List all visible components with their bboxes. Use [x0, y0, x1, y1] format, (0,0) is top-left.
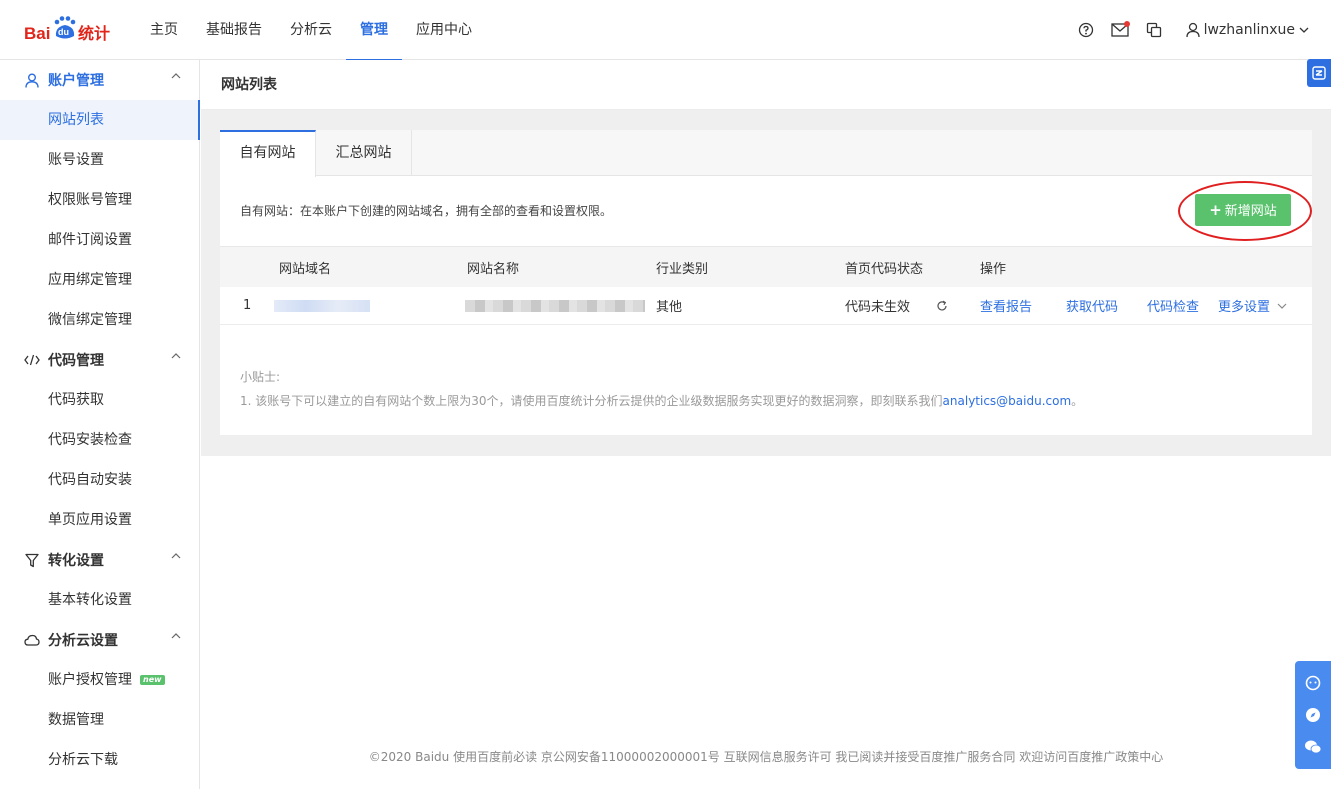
- svg-text:du: du: [58, 27, 69, 37]
- tab-summary-websites[interactable]: 汇总网站: [316, 130, 412, 176]
- tab-bar: 自有网站 汇总网站: [220, 130, 1312, 177]
- customer-service-icon[interactable]: [1303, 673, 1323, 693]
- sidebar-group-label: 账户管理: [48, 73, 104, 89]
- table-row: 1 其他 代码未生效 查看报告 获取代码 代码检查 更多设置: [220, 287, 1312, 325]
- nav-basic-report[interactable]: 基础报告: [192, 0, 276, 60]
- sidebar-item-email-subscription[interactable]: 邮件订阅设置: [0, 220, 199, 260]
- col-industry: 行业类别: [656, 261, 709, 277]
- col-actions: 操作: [980, 261, 1007, 277]
- tips-line: 1. 该账号下可以建立的自有网站个数上限为30个，请使用百度统计分析云提供的企业…: [240, 389, 1083, 413]
- chevron-down-icon: [1299, 27, 1309, 33]
- top-right-tools: lwzhanlinxue: [1076, 0, 1309, 60]
- sidebar-group-account[interactable]: 账户管理: [0, 60, 199, 100]
- sidebar-item-permission-accounts[interactable]: 权限账号管理: [0, 180, 199, 220]
- tab-description: 自有网站：在本账户下创建的网站域名，拥有全部的查看和设置权限。: [240, 204, 613, 218]
- sidebar-group-label: 分析云设置: [48, 633, 118, 649]
- baidu-tongji-logo[interactable]: Bai du 统计: [24, 14, 114, 46]
- sidebar-group-code[interactable]: 代码管理: [0, 340, 199, 380]
- help-icon[interactable]: [1076, 20, 1096, 40]
- chevron-up-icon: [171, 633, 181, 639]
- sidebar-item-label: 账户授权管理: [48, 672, 132, 688]
- cloud-icon: [24, 632, 40, 648]
- nav-manage[interactable]: 管理: [346, 0, 402, 61]
- sidebar-item-basic-conversion[interactable]: 基本转化设置: [0, 580, 199, 620]
- sidebar-item-website-list[interactable]: 网站列表: [0, 100, 200, 140]
- sidebar-item-account-settings[interactable]: 账号设置: [0, 140, 199, 180]
- code-check-link[interactable]: 代码检查: [1147, 287, 1199, 324]
- tab-own-websites[interactable]: 自有网站: [220, 130, 316, 177]
- mail-icon[interactable]: [1110, 20, 1130, 40]
- chat-icon[interactable]: [1303, 737, 1323, 757]
- sidebar-item-get-code[interactable]: 代码获取: [0, 380, 199, 420]
- sidebar-item-app-binding[interactable]: 应用绑定管理: [0, 260, 199, 300]
- chevron-up-icon: [171, 553, 181, 559]
- user-menu[interactable]: lwzhanlinxue: [1185, 22, 1309, 38]
- side-tool-button[interactable]: [1307, 59, 1331, 87]
- sidebar-group-label: 代码管理: [48, 353, 104, 369]
- user-icon: [1185, 22, 1200, 38]
- top-bar: Bai du 统计 主页 基础报告 分析云 管理 应用中心 lwzhanlinx…: [0, 0, 1331, 61]
- sidebar-group-label: 转化设置: [48, 553, 104, 569]
- nav-analytics-cloud[interactable]: 分析云: [276, 0, 346, 60]
- main-content: 网站列表 自有网站 汇总网站 自有网站：在本账户下创建的网站域名，拥有全部的查看…: [201, 60, 1331, 789]
- user-icon: [24, 72, 40, 88]
- plus-icon: +: [1209, 201, 1222, 219]
- sidebar-item-data-management[interactable]: 数据管理: [0, 700, 199, 740]
- chevron-down-icon[interactable]: [1277, 287, 1287, 324]
- col-code-status: 首页代码状态: [845, 261, 924, 277]
- col-domain: 网站域名: [279, 261, 332, 277]
- sidebar-item-cloud-download[interactable]: 分析云下载: [0, 740, 199, 780]
- more-settings-link[interactable]: 更多设置: [1218, 287, 1270, 324]
- sidebar-item-auto-install[interactable]: 代码自动安装: [0, 460, 199, 500]
- industry-value: 其他: [656, 300, 683, 315]
- new-badge: new: [140, 675, 165, 685]
- chevron-up-icon: [171, 73, 181, 79]
- sidebar-group-cloud[interactable]: 分析云设置: [0, 620, 199, 660]
- contact-email-link[interactable]: analytics@baidu.com: [943, 394, 1072, 408]
- username: lwzhanlinxue: [1203, 22, 1295, 38]
- content-area: 自有网站 汇总网站 自有网站：在本账户下创建的网站域名，拥有全部的查看和设置权限…: [201, 110, 1331, 456]
- code-status-value: 代码未生效: [845, 300, 911, 315]
- refresh-icon[interactable]: [936, 287, 948, 324]
- unread-dot: [1123, 21, 1130, 27]
- add-website-label: 新增网站: [1224, 204, 1277, 219]
- compass-icon[interactable]: [1303, 705, 1323, 725]
- svg-text:统计: 统计: [78, 24, 110, 43]
- tips-text: 1. 该账号下可以建立的自有网站个数上限为30个，请使用百度统计分析云提供的企业…: [240, 394, 943, 408]
- sidebar-item-code-check[interactable]: 代码安装检查: [0, 420, 199, 460]
- svg-text:Bai: Bai: [24, 24, 50, 43]
- main-nav: 主页 基础报告 分析云 管理 应用中心: [136, 0, 486, 61]
- nav-app-center[interactable]: 应用中心: [402, 0, 486, 60]
- sidebar-item-spa-settings[interactable]: 单页应用设置: [0, 500, 199, 540]
- row-index: 1: [243, 298, 252, 313]
- footer: ©2020 Baidu 使用百度前必读 京公网安备11000002000001号…: [368, 750, 1164, 764]
- table-header: 网站域名 网站名称 行业类别 首页代码状态 操作: [220, 246, 1312, 287]
- sidebar: 账户管理 网站列表 账号设置 权限账号管理 邮件订阅设置 应用绑定管理 微信绑定…: [0, 60, 200, 789]
- domain-blurred: [274, 287, 370, 324]
- sidebar-group-conversion[interactable]: 转化设置: [0, 540, 199, 580]
- tool-icon: [1312, 66, 1326, 80]
- sidebar-item-account-auth[interactable]: 账户授权管理 new: [0, 660, 199, 700]
- switch-window-icon[interactable]: [1144, 20, 1164, 40]
- website-card: 自有网站 汇总网站 自有网站：在本账户下创建的网站域名，拥有全部的查看和设置权限…: [220, 130, 1312, 435]
- chevron-up-icon: [171, 353, 181, 359]
- floating-help-panel: [1295, 661, 1331, 769]
- sidebar-item-wechat-binding[interactable]: 微信绑定管理: [0, 300, 199, 340]
- nav-home[interactable]: 主页: [136, 0, 192, 60]
- add-website-button[interactable]: + 新增网站: [1195, 194, 1291, 226]
- get-code-link[interactable]: 获取代码: [1066, 287, 1118, 324]
- tips-suffix: 。: [1071, 394, 1084, 408]
- col-site-name: 网站名称: [467, 261, 520, 277]
- tips-title: 小贴士:: [240, 370, 281, 384]
- page-title: 网站列表: [201, 60, 1331, 110]
- view-report-link[interactable]: 查看报告: [980, 287, 1032, 324]
- code-icon: [24, 352, 40, 368]
- tips-section: 小贴士: 1. 该账号下可以建立的自有网站个数上限为30个，请使用百度统计分析云…: [240, 365, 1083, 413]
- site-name-blurred: [465, 287, 645, 324]
- funnel-icon: [24, 552, 40, 568]
